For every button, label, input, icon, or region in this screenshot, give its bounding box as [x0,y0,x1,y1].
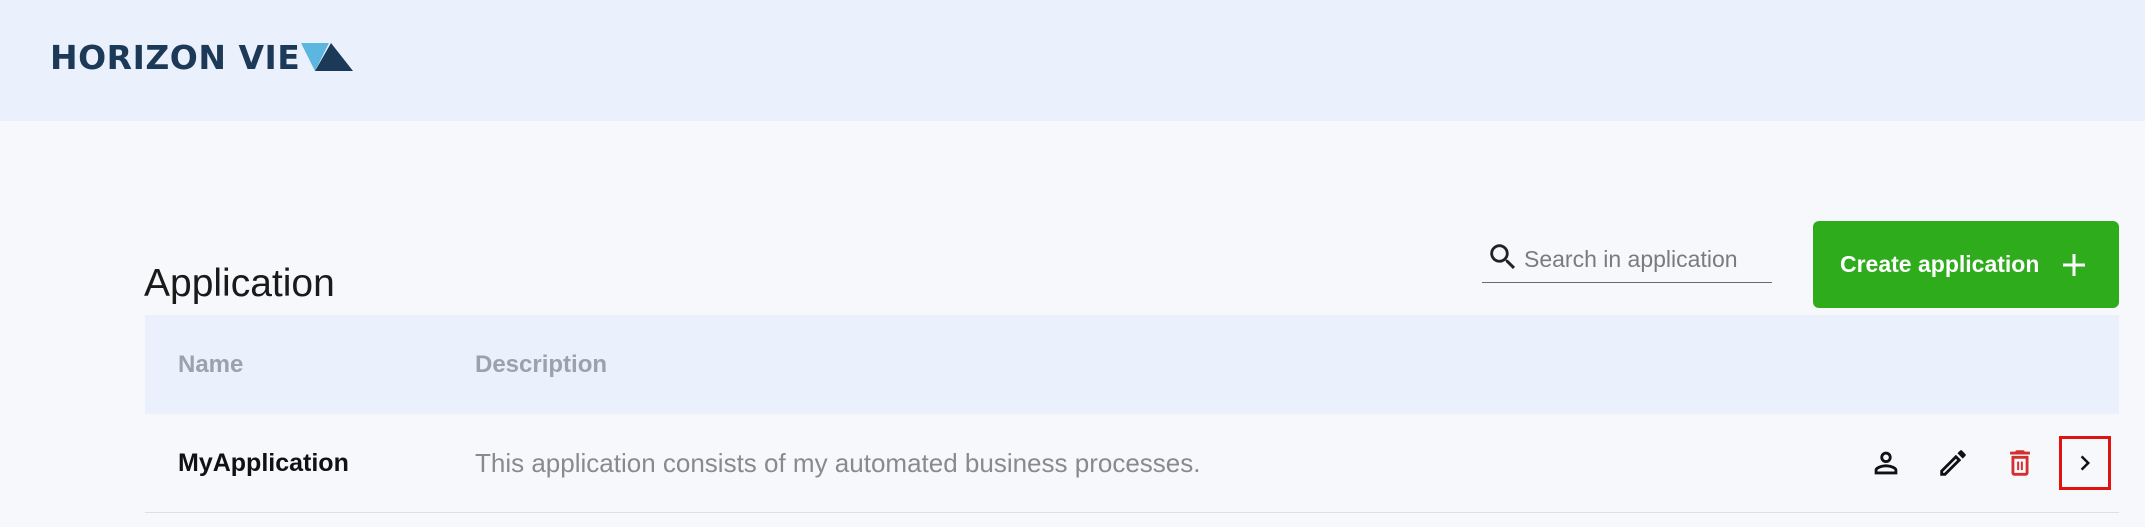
search-input[interactable] [1524,245,1764,273]
table-header: Name Description [145,315,2119,414]
person-icon [1874,451,1898,475]
pencil-icon [1940,450,1966,476]
create-application-label: Create application [1840,251,2040,277]
logo-text: HORIZON VIE [50,37,301,77]
logo-mark-icon [301,43,354,71]
table-row[interactable]: MyApplication This application consists … [145,414,2119,513]
edit-button[interactable] [1927,437,1979,489]
chevron-right-icon [2080,455,2090,471]
applications-table: Name Description MyApplication This appl… [145,315,2119,513]
top-bar: HORIZON VIE [0,0,2145,121]
plus-icon [2063,253,2085,276]
application-name: MyApplication [178,448,349,477]
trash-icon [2010,450,2030,476]
column-header-name: Name [178,350,244,378]
search-field[interactable] [1482,236,1772,283]
application-description: This application consists of my automate… [475,447,1201,478]
row-actions [1845,414,2119,512]
horizon-view-logo[interactable]: HORIZON VIE [50,36,355,78]
page-title: Application [144,262,335,306]
column-header-description: Description [475,350,608,378]
open-application-button[interactable] [2059,436,2111,490]
delete-button[interactable] [1994,437,2046,489]
search-icon [1490,244,1516,270]
create-application-button[interactable]: Create application [1813,221,2119,308]
permissions-button[interactable] [1860,437,1912,489]
